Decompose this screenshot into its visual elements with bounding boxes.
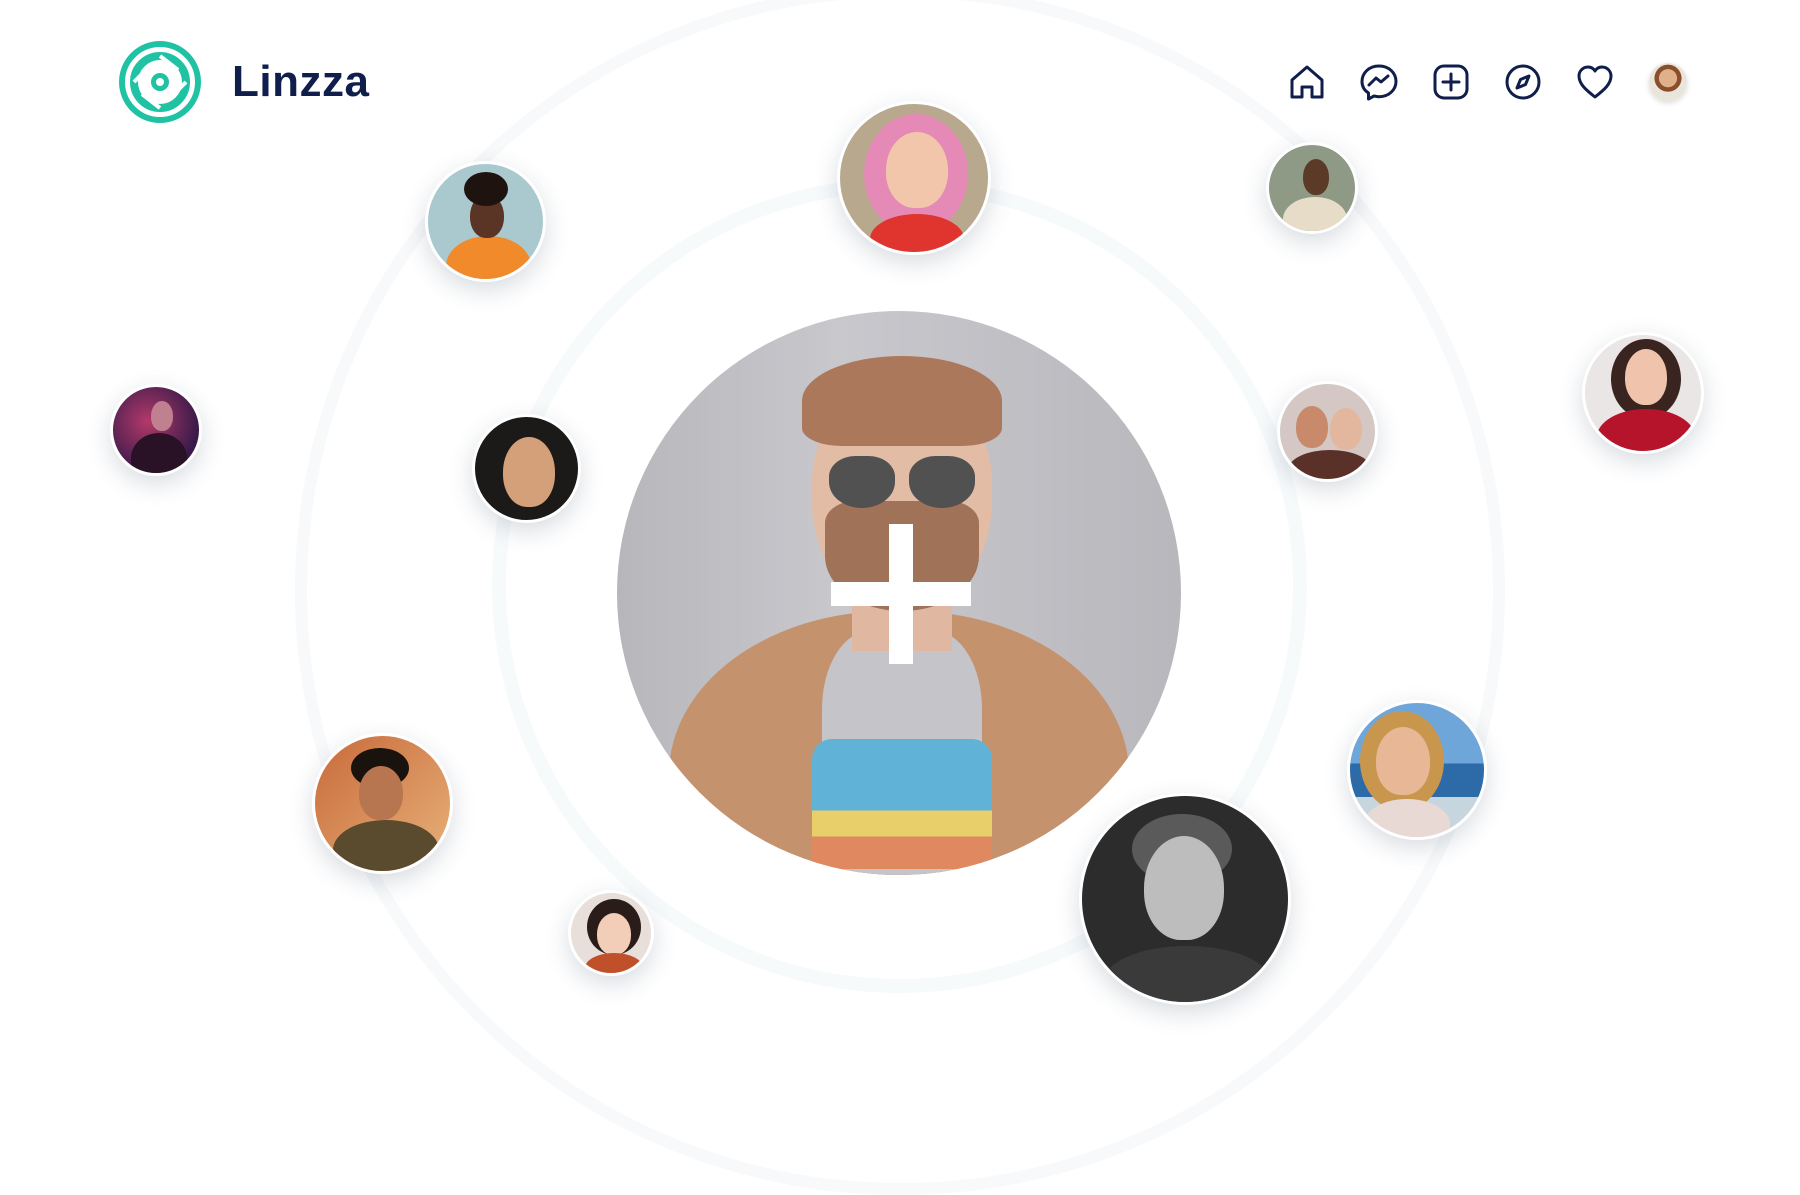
- avatar-body: [1283, 197, 1347, 231]
- profile-photo-upload[interactable]: [617, 311, 1181, 875]
- avatar-face: [1144, 836, 1224, 940]
- avatar-woman-purple-light[interactable]: [110, 384, 202, 476]
- brand-logo[interactable]: Linzza: [118, 40, 369, 124]
- avatar-face: [1376, 727, 1430, 795]
- avatar-man-beige-coat[interactable]: [1266, 142, 1358, 234]
- profile-avatar-button[interactable]: [1649, 63, 1687, 101]
- add-post-icon: [1433, 64, 1469, 100]
- avatar-body: [1104, 946, 1270, 1002]
- avatar-man-patterned-shirt[interactable]: [312, 733, 453, 874]
- avatar-woman-red-sweater[interactable]: [1582, 332, 1704, 454]
- avatar-body: [1364, 799, 1450, 837]
- avatar-face: [886, 132, 948, 208]
- camera-lens-logo-icon: [119, 41, 201, 123]
- messenger-icon: [1360, 64, 1398, 101]
- avatar-body: [870, 214, 964, 252]
- avatar-face: [503, 437, 555, 507]
- avatar-body: [333, 820, 439, 871]
- heart-icon: [1577, 65, 1613, 99]
- avatar-face-second: [1330, 408, 1362, 450]
- avatar-body: [131, 433, 187, 473]
- messenger-button[interactable]: [1357, 60, 1401, 104]
- avatar-body: [1288, 450, 1372, 479]
- avatar-body: [585, 953, 643, 973]
- avatar-man-black-white[interactable]: [1079, 793, 1291, 1005]
- avatar-woman-orange-jacket[interactable]: [425, 161, 546, 282]
- avatar-woman-short-hair[interactable]: [568, 890, 654, 976]
- brand-name: Linzza: [232, 57, 370, 106]
- avatar-face: [597, 913, 631, 955]
- explore-button[interactable]: [1501, 60, 1545, 104]
- avatar-body: [446, 236, 531, 279]
- avatar-woman-smiling-dark-hair[interactable]: [472, 414, 581, 523]
- avatar-body: [1597, 409, 1695, 451]
- avatar-woman-pink-hair-glasses[interactable]: [837, 101, 991, 255]
- avatar-two-women[interactable]: [1277, 381, 1378, 482]
- avatar-face: [1303, 159, 1329, 195]
- plus-icon-vertical: [889, 524, 913, 664]
- avatar-face: [359, 766, 403, 820]
- top-navigation: [1285, 60, 1687, 104]
- avatar-woman-blonde-sea[interactable]: [1347, 700, 1487, 840]
- avatar-face: [1625, 349, 1667, 405]
- activity-button[interactable]: [1573, 60, 1617, 104]
- avatar-hair: [464, 172, 508, 206]
- add-post-button[interactable]: [1429, 60, 1473, 104]
- avatar-face: [151, 401, 173, 431]
- home-icon: [1290, 65, 1324, 99]
- home-button[interactable]: [1285, 60, 1329, 104]
- avatar-face: [1296, 406, 1328, 448]
- explore-compass-icon: [1505, 64, 1541, 100]
